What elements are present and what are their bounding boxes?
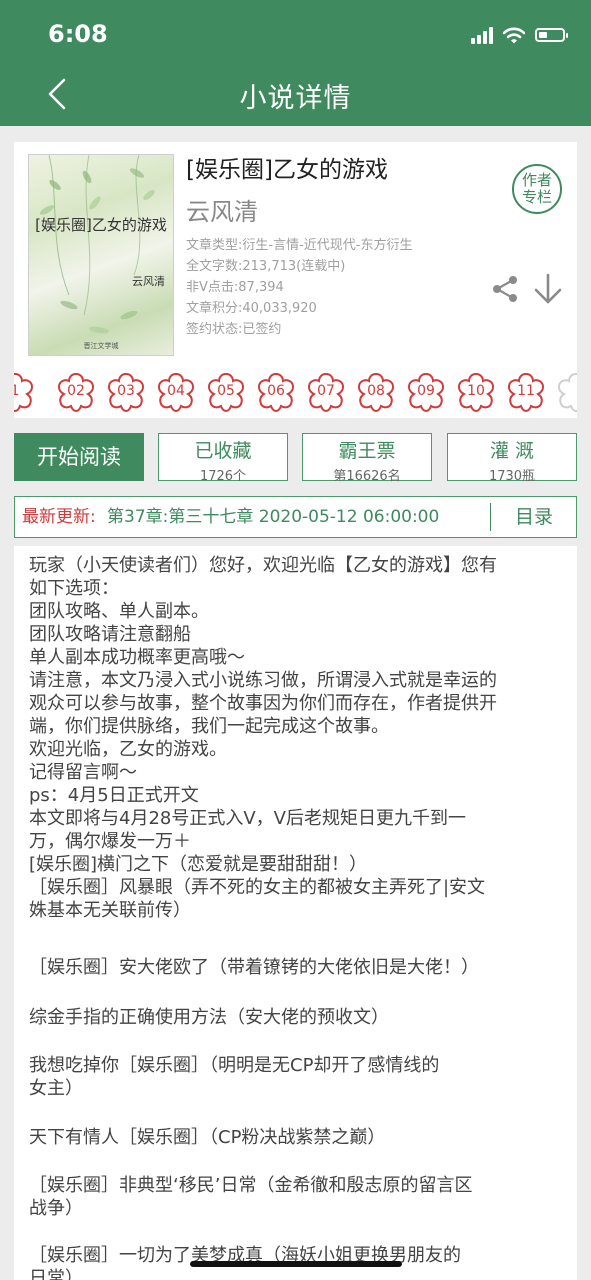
latest-chapter-link[interactable]: 第37章:第三十七章 2020-05-12 06:00:00 <box>107 497 439 537</box>
intro-line: 玩家（小天使读者们）您好，欢迎光临【乙女的游戏】您有 <box>29 555 497 576</box>
intro-line: ［娱乐圈］安大佬欧了（带着镣铐的大佬依旧是大佬！） <box>29 957 479 978</box>
collect-count: 1726个 <box>199 469 247 484</box>
intro-line: 万，偶尔爆发一万＋ <box>29 831 191 852</box>
book-intro: 玩家（小天使读者们）您好，欢迎光临【乙女的游戏】您有 如下选项： 团队攻略、单人… <box>14 546 577 1280</box>
badge-1[interactable]: 1 <box>14 370 37 414</box>
water-count: 1730瓶 <box>488 469 536 484</box>
collect-button[interactable]: 已收藏 1726个 <box>158 433 288 484</box>
app-header: 6:08 小说详情 <box>0 0 591 126</box>
water-button[interactable]: 灌 溉 1730瓶 <box>447 433 577 484</box>
meta-clicks: 非V点击:87,394 <box>186 280 284 295</box>
ticket-button[interactable]: 霸王票 第16626名 <box>302 433 432 484</box>
meta-category: 文章类型:衍生-言情-近代现代-东方衍生 <box>186 238 413 253</box>
intro-line: 记得留言啊～ <box>29 762 137 783</box>
intro-line: 欢迎光临，乙女的游戏。 <box>29 739 227 760</box>
intro-line: 端，你们提供脉络，我们一起完成这个故事。 <box>29 716 389 737</box>
book-info-card: [娱乐圈]乙女的游戏 云风清 晋江文学城 [娱乐圈]乙女的游戏 云风清 文章类型… <box>14 142 577 418</box>
intro-line: 日常） <box>29 1268 83 1280</box>
intro-line: 我想吃掉你［娱乐圈］（明明是无CP却开了感情线的 <box>29 1055 440 1076</box>
intro-line: 请注意，本文乃浸入式小说练习做，所谓浸入式就是幸运的 <box>29 670 497 691</box>
home-indicator[interactable] <box>190 1261 402 1267</box>
intro-line: 姝基本无关联前传） <box>29 900 191 921</box>
page-title: 小说详情 <box>239 83 352 114</box>
cover-author: 云风清 <box>132 275 165 288</box>
badge-09[interactable]: 09 <box>404 370 448 414</box>
book-author[interactable]: 云风清 <box>186 192 258 227</box>
latest-update-bar: 最新更新: 第37章:第三十七章 2020-05-12 06:00:00 目录 <box>14 496 577 538</box>
intro-line: [娱乐圈]横门之下（恋爱就是要甜甜甜！） <box>29 854 368 875</box>
status-icons <box>471 24 568 46</box>
intro-line: ［娱乐圈］风暴眼（弄不死的女主的都被女主弄死了|安文 <box>29 877 486 898</box>
badge-03[interactable]: 03 <box>104 370 148 414</box>
badge-08[interactable]: 08 <box>354 370 398 414</box>
ticket-label: 霸王票 <box>338 440 396 462</box>
intro-line: 单人副本成功概率更高哦～ <box>29 647 245 668</box>
meta-sign-status: 签约状态:已签约 <box>186 322 282 337</box>
status-time: 6:08 <box>48 20 108 48</box>
badge-11[interactable]: 11 <box>504 370 548 414</box>
signal-icon <box>471 26 493 44</box>
badge-12-partial[interactable] <box>554 370 577 414</box>
intro-line: 本文即将与4月28号正式入V，V后老规矩日更九千到一 <box>29 808 466 829</box>
intro-line: 女主） <box>29 1078 83 1099</box>
badge-04[interactable]: 04 <box>154 370 198 414</box>
start-reading-button[interactable]: 开始阅读 <box>14 433 144 481</box>
water-label: 灌 溉 <box>489 440 535 462</box>
author-column-button[interactable]: 作者 专栏 <box>512 164 562 214</box>
author-column-label-1: 作者 <box>521 171 552 189</box>
battery-icon <box>535 28 568 42</box>
collect-label: 已收藏 <box>194 440 252 462</box>
intro-line: 团队攻略、单人副本。 <box>29 601 209 622</box>
book-title: [娱乐圈]乙女的游戏 <box>186 157 388 183</box>
intro-line: 战争） <box>29 1198 83 1219</box>
meta-score: 文章积分:40,033,920 <box>186 301 317 316</box>
share-icon[interactable] <box>490 274 520 304</box>
badge-07[interactable]: 07 <box>304 370 348 414</box>
wifi-icon <box>503 27 525 43</box>
intro-line: ps：4月5日正式开文 <box>29 785 199 806</box>
intro-line: 团队攻略请注意翻船 <box>29 624 191 645</box>
intro-line: 天下有情人［娱乐圈］（CP粉决战紫禁之巅） <box>29 1127 386 1148</box>
intro-line: 如下选项： <box>29 578 119 599</box>
meta-word-count: 全文字数:213,713(连载中) <box>186 259 346 274</box>
chapter-badges: 1 02 03 04 05 06 07 08 09 10 11 <box>14 370 577 414</box>
cover-title: [娱乐圈]乙女的游戏 <box>35 216 167 234</box>
author-column-label-2: 专栏 <box>521 188 552 206</box>
book-cover[interactable]: [娱乐圈]乙女的游戏 云风清 晋江文学城 <box>28 154 174 356</box>
badge-05[interactable]: 05 <box>204 370 248 414</box>
badge-10[interactable]: 10 <box>454 370 498 414</box>
latest-update-label: 最新更新: <box>22 507 96 527</box>
intro-line: 观众可以参与故事，整个故事因为你们而存在，作者提供开 <box>29 693 497 714</box>
badge-02[interactable]: 02 <box>54 370 98 414</box>
download-icon[interactable] <box>532 272 564 306</box>
intro-line: ［娱乐圈］非典型‘移民’日常（金希徹和殷志原的留言区 <box>29 1175 473 1196</box>
intro-line: 综金手指的正确使用方法（安大佬的预收文） <box>29 1007 389 1028</box>
cover-publisher: 晋江文学城 <box>83 342 119 350</box>
cover-illustration <box>39 155 155 334</box>
ticket-rank: 第16626名 <box>333 469 401 484</box>
toc-button[interactable]: 目录 <box>515 497 553 537</box>
divider <box>490 503 491 531</box>
badge-06[interactable]: 06 <box>254 370 298 414</box>
